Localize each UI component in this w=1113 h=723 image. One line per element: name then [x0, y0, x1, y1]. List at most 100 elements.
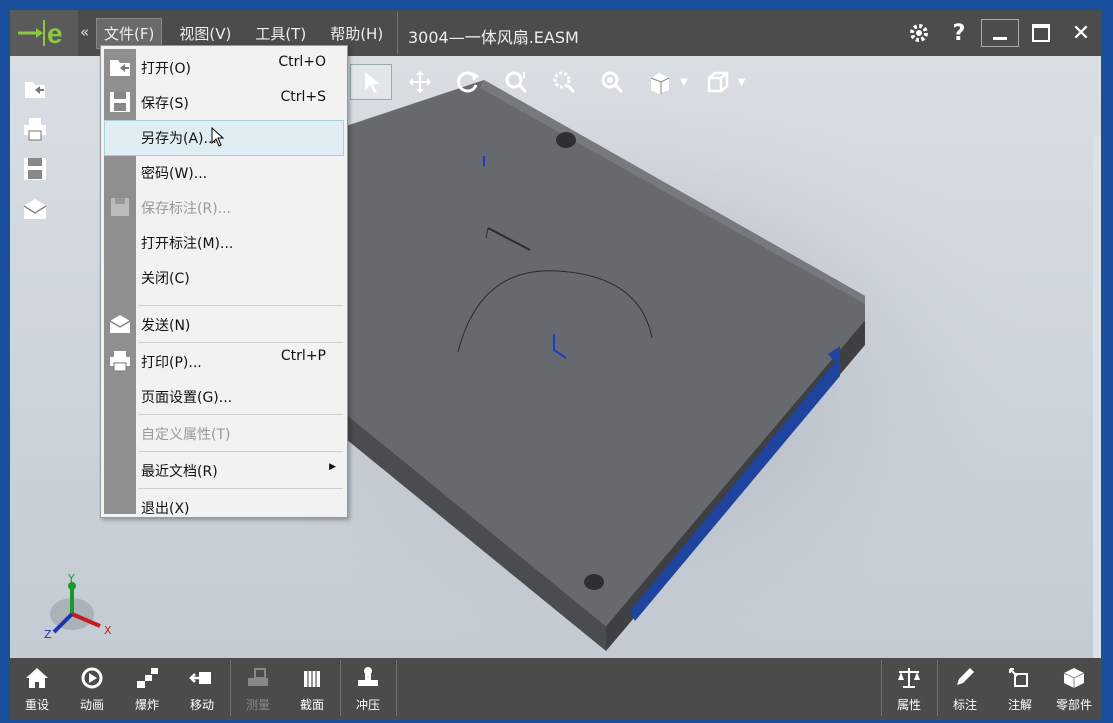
properties-button[interactable]: 属性: [882, 660, 936, 718]
view-orientation-icon[interactable]: [640, 65, 680, 99]
menu-item-label: 打开(O): [141, 61, 191, 77]
menu-view[interactable]: 视图(V): [172, 19, 238, 48]
menu-item-save-markup[interactable]: 保存标注(R)...: [104, 190, 344, 224]
menu-item-label: 页面设置(G)...: [141, 390, 233, 406]
send-mail-icon[interactable]: [20, 194, 50, 224]
menu-item-exit[interactable]: 退出(X): [104, 490, 344, 524]
menu-item-password[interactable]: 密码(W)...: [104, 155, 344, 189]
menu-item-shortcut: Ctrl+O: [278, 54, 326, 70]
menu-item-recent-documents[interactable]: 最近文档(R) ▶: [104, 453, 344, 487]
menu-separator: [138, 451, 343, 452]
section-icon: [299, 660, 325, 696]
menu-item-save-as[interactable]: 另存为(A)...: [104, 120, 344, 156]
section-label: 截面: [299, 698, 324, 712]
menu-item-label: 打开标注(M)...: [141, 236, 234, 252]
menu-item-label: 最近文档(R): [141, 464, 218, 480]
stamp-label: 冲压: [355, 698, 380, 712]
menu-item-label: 保存(S): [141, 96, 189, 112]
collapse-arrows-icon[interactable]: «: [80, 23, 89, 41]
axis-z-label: Z: [44, 628, 52, 640]
home-icon: [24, 660, 50, 696]
axis-y-label: Y: [67, 574, 75, 585]
menu-item-label: 发送(N): [141, 318, 191, 334]
menu-item-label: 退出(X): [141, 501, 190, 517]
rotate-icon[interactable]: [448, 65, 488, 99]
send-icon: [109, 315, 131, 333]
menu-item-label: 打印(P)...: [141, 355, 202, 371]
menu-item-open-markup[interactable]: 打开标注(M)...: [104, 225, 344, 259]
menu-item-open[interactable]: 打开(O) Ctrl+O: [104, 50, 344, 84]
axis-x-label: X: [104, 624, 112, 637]
submenu-arrow-icon: ▶: [329, 462, 336, 472]
menu-item-print[interactable]: 打印(P)... Ctrl+P: [104, 344, 344, 378]
menu-item-close[interactable]: 关闭(C): [104, 260, 344, 294]
components-label: 零部件: [1055, 698, 1092, 712]
maximize-button[interactable]: [1021, 18, 1061, 48]
menu-tools[interactable]: 工具(T): [248, 19, 313, 48]
print-icon[interactable]: [20, 114, 50, 144]
mouse-cursor-icon: [211, 127, 225, 147]
reset-label: 重设: [24, 698, 49, 712]
menu-item-label: 关闭(C): [141, 271, 190, 287]
render-mode-icon[interactable]: [698, 65, 738, 99]
close-button[interactable]: ✕: [1061, 18, 1101, 48]
menu-item-send[interactable]: 发送(N): [104, 307, 344, 341]
render-mode-dropdown-icon[interactable]: ▼: [738, 77, 746, 88]
explode-icon: [134, 660, 160, 696]
title-separator: [397, 12, 398, 54]
zoom-fit-icon[interactable]: [592, 65, 632, 99]
file-dropdown-menu: 打开(O) Ctrl+O 保存(S) Ctrl+S 另存为(A)... 密码(W…: [100, 45, 348, 518]
zoom-window-icon[interactable]: [544, 65, 584, 99]
components-button[interactable]: 零部件: [1047, 660, 1101, 718]
toolbar-separator: [396, 660, 397, 716]
annotation-button[interactable]: 注解: [993, 660, 1047, 718]
animation-label: 动画: [79, 698, 104, 712]
explode-label: 爆炸: [134, 698, 159, 712]
explode-button[interactable]: 爆炸: [120, 660, 174, 718]
menu-separator: [138, 414, 343, 415]
menu-item-shortcut: Ctrl+S: [280, 89, 326, 105]
print-icon: [110, 351, 130, 372]
markup-button[interactable]: 标注: [938, 660, 992, 718]
menu-item-custom-properties[interactable]: 自定义属性(T): [104, 416, 344, 450]
open-icon: [110, 60, 130, 76]
pencil-icon: [952, 660, 978, 696]
menu-item-label: 另存为(A)...: [141, 131, 217, 147]
window-controls: ? ✕: [899, 10, 1101, 56]
menu-help[interactable]: 帮助(H): [323, 19, 390, 48]
markup-label: 标注: [952, 698, 977, 712]
measure-button[interactable]: 测量: [231, 660, 285, 718]
select-pointer-icon[interactable]: [350, 64, 392, 100]
settings-gear-icon[interactable]: [899, 18, 939, 48]
left-toolbar: [20, 74, 50, 234]
menu-separator: [138, 305, 343, 306]
menu-file[interactable]: 文件(F): [96, 17, 163, 49]
view-orientation-dropdown-icon[interactable]: ▼: [680, 77, 688, 88]
measure-label: 测量: [245, 698, 270, 712]
menu-item-label: 密码(W)...: [141, 166, 208, 182]
help-icon[interactable]: ?: [939, 18, 979, 48]
menu-item-page-setup[interactable]: 页面设置(G)...: [104, 379, 344, 413]
svg-text:e: e: [47, 18, 63, 49]
components-icon: [1061, 660, 1087, 696]
move-label: 移动: [189, 698, 214, 712]
stamp-button[interactable]: 冲压: [341, 660, 395, 718]
reset-button[interactable]: 重设: [10, 660, 64, 718]
zoom-icon[interactable]: [496, 65, 536, 99]
open-file-icon[interactable]: [20, 74, 50, 104]
minimize-button[interactable]: [981, 19, 1019, 47]
menu-item-label: 保存标注(R)...: [141, 201, 232, 217]
menu-item-label: 自定义属性(T): [141, 427, 231, 443]
save-icon[interactable]: [20, 154, 50, 184]
animation-icon: [79, 660, 105, 696]
menu-item-save[interactable]: 保存(S) Ctrl+S: [104, 85, 344, 119]
stamp-icon: [355, 660, 381, 696]
pan-move-icon[interactable]: [400, 65, 440, 99]
balance-scale-icon: [896, 660, 922, 696]
animation-button[interactable]: 动画: [65, 660, 119, 718]
save-markup-icon: [111, 198, 129, 216]
measure-icon: [245, 660, 271, 696]
move-button[interactable]: 移动: [175, 660, 229, 718]
section-button[interactable]: 截面: [285, 660, 339, 718]
menu-separator: [138, 488, 343, 489]
